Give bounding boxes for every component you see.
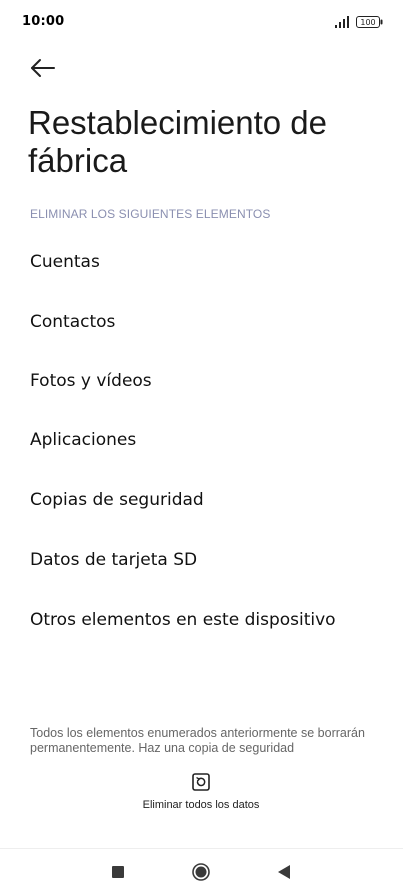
- list-item-fotos-videos: Fotos y vídeos: [30, 371, 152, 391]
- list-item-otros-elementos: Otros elementos en este dispositivo: [30, 610, 336, 630]
- battery-icon: 100: [356, 16, 383, 28]
- signal-bars-icon: [335, 16, 349, 28]
- battery-level: 100: [360, 18, 375, 27]
- arrow-left-icon: [31, 59, 55, 77]
- circle-icon[interactable]: [192, 863, 210, 881]
- footer-note: Todos los elementos enumerados anteriorm…: [30, 726, 365, 755]
- reset-icon: [192, 773, 210, 791]
- list-item-aplicaciones: Aplicaciones: [30, 430, 137, 450]
- section-header: ELIMINAR LOS SIGUIENTES ELEMENTOS: [30, 207, 271, 221]
- list-item-contactos: Contactos: [30, 312, 116, 332]
- list-item-copias-seguridad: Copias de seguridad: [30, 490, 204, 510]
- erase-all-data-button[interactable]: Eliminar todos los datos: [131, 772, 271, 832]
- triangle-back-icon[interactable]: [277, 864, 291, 880]
- back-button[interactable]: [28, 55, 58, 81]
- list-item-cuentas: Cuentas: [30, 252, 100, 272]
- status-bar: 10:00 100: [0, 0, 403, 48]
- list-item-datos-tarjeta-sd: Datos de tarjeta SD: [30, 550, 198, 570]
- square-icon[interactable]: [112, 866, 124, 878]
- erase-all-data-label: Eliminar todos los datos: [142, 799, 260, 811]
- page-title: Restablecimiento de fábrica: [28, 104, 327, 179]
- status-time: 10:00: [22, 14, 65, 29]
- navigation-bar: [0, 849, 403, 896]
